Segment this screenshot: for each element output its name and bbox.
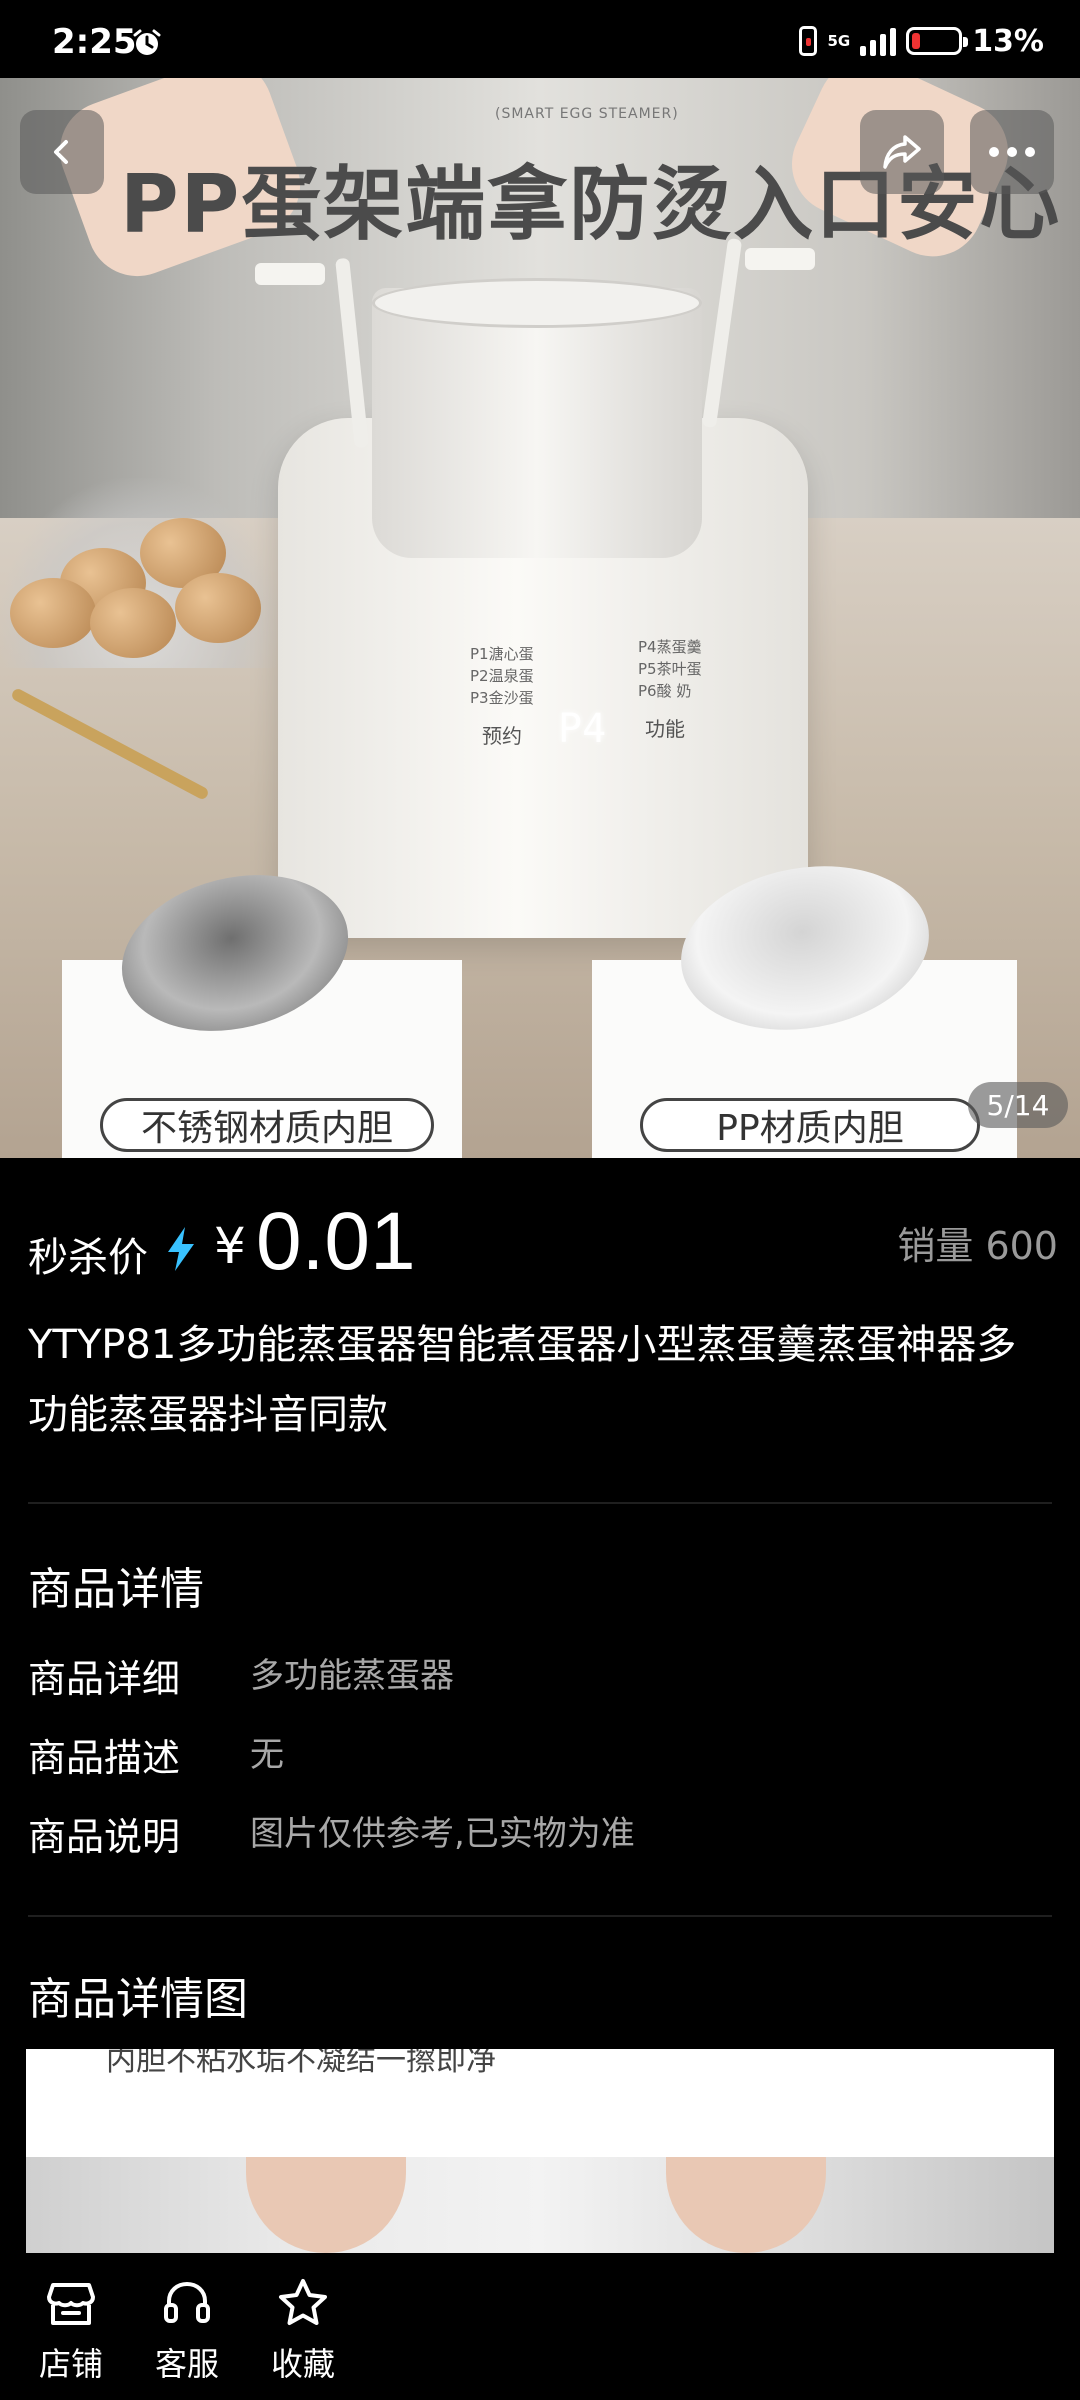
- card-stainless-label: 不锈钢材质内胆: [100, 1098, 434, 1152]
- image-small-caption: (SMART EGG STEAMER): [495, 106, 679, 122]
- share-icon: [883, 135, 921, 169]
- signal-icon: [860, 26, 897, 56]
- more-button[interactable]: [970, 110, 1054, 194]
- panel-button-function: 功能: [645, 717, 685, 741]
- panel-button-schedule: 预约: [482, 724, 522, 748]
- led-display: P4: [558, 706, 607, 752]
- product-title: YTYP81多功能蒸蛋器智能煮蛋器小型蒸蛋羹蒸蛋神器多功能蒸蛋器抖音同款: [28, 1322, 1017, 1438]
- detail-value: 图片仅供参考,已实物为准: [250, 1814, 635, 1854]
- page-indicator: 5/14: [968, 1082, 1068, 1128]
- price-value: 0.01: [256, 1196, 416, 1287]
- divider: [28, 1502, 1052, 1504]
- battery-percent: 13%: [972, 23, 1044, 59]
- share-button[interactable]: [860, 110, 944, 194]
- status-time: 2:25: [52, 22, 137, 62]
- detail-row: 商品说明 图片仅供参考,已实物为准: [28, 1806, 1048, 1866]
- status-indicators: 5G 13%: [799, 23, 1044, 59]
- service-label: 客服: [154, 2345, 219, 2383]
- alarm-icon: [133, 29, 161, 55]
- steamer-cup: [372, 288, 702, 558]
- panel-modes-left: P1溏心蛋 P2温泉蛋 P3金沙蛋: [470, 645, 534, 707]
- price-row: 秒杀价 ¥ 0.01 销量 600: [28, 1195, 1058, 1287]
- detail-row: 商品详细 多功能蒸蛋器: [28, 1648, 1048, 1708]
- sales-count: 销量 600: [897, 1224, 1058, 1268]
- card-pp-label: PP材质内胆: [640, 1098, 980, 1152]
- store-label: 店铺: [38, 2345, 103, 2383]
- detail-key: 商品描述: [28, 1736, 181, 1780]
- price-label: 秒杀价: [28, 1235, 148, 1281]
- currency-symbol: ¥: [214, 1217, 246, 1275]
- detail-images-section-title: 商品详情图: [28, 1974, 248, 2025]
- more-dots-icon: [989, 147, 1035, 157]
- battery-icon: [906, 27, 969, 55]
- product-image-gallery[interactable]: (SMART EGG STEAMER) PP蛋架端拿防烫入口安心 P1溏心蛋 P…: [0, 78, 1080, 1158]
- detail-value: 多功能蒸蛋器: [250, 1656, 454, 1696]
- traffic-icon: [799, 26, 818, 56]
- back-button[interactable]: [20, 110, 104, 194]
- detail-image-photo: [26, 2157, 1054, 2253]
- status-bar: 2:25 5G 13%: [0, 0, 1080, 78]
- favorite-label: 收藏: [270, 2345, 335, 2383]
- steamer-cup-rim: [372, 278, 702, 328]
- details-section-title: 商品详情: [28, 1564, 204, 1615]
- lightning-icon: [168, 1227, 194, 1271]
- customer-service-button[interactable]: 客服: [132, 2275, 242, 2385]
- star-icon: [279, 2279, 327, 2325]
- panel-modes-right: P4蒸蛋羹 P5茶叶蛋 P6酸 奶: [638, 638, 702, 700]
- chevron-left-icon: [54, 140, 68, 164]
- headset-icon: [164, 2281, 210, 2323]
- egg-bowl: [0, 478, 280, 668]
- detail-image[interactable]: 内胆不粘水垢不凝结一擦即净: [26, 2049, 1054, 2253]
- detail-key: 商品详细: [28, 1657, 181, 1701]
- network-label: 5G: [827, 32, 851, 50]
- bottom-bar: 店铺 客服 收藏: [0, 2253, 1080, 2400]
- store-icon: [47, 2283, 95, 2325]
- detail-image-caption: 内胆不粘水垢不凝结一擦即净: [106, 2049, 496, 2078]
- handle-grip-left: [255, 263, 325, 285]
- detail-row: 商品描述 无: [28, 1727, 1048, 1787]
- favorite-button[interactable]: 收藏: [248, 2275, 358, 2385]
- store-button[interactable]: 店铺: [16, 2275, 126, 2385]
- detail-key: 商品说明: [28, 1815, 181, 1859]
- divider: [28, 1915, 1052, 1917]
- detail-value: 无: [250, 1735, 284, 1775]
